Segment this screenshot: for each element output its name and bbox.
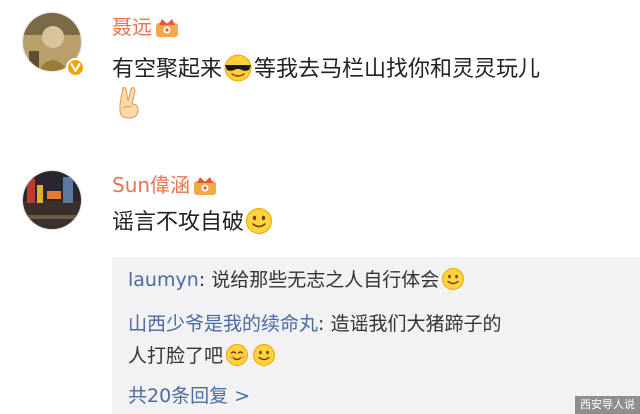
smile-emoji-icon [441, 267, 465, 300]
crown-member-icon [193, 174, 217, 196]
username[interactable]: Sun偉涵 [112, 172, 217, 198]
cool-sunglasses-emoji-icon [222, 54, 254, 92]
comment-text: 谣言不攻自破 [112, 207, 274, 245]
verified-badge-icon [66, 58, 85, 77]
comment-item: 聂远 有空聚起来 等我去马栏山找你和灵灵玩儿 [0, 0, 640, 150]
comment-item: Sun偉涵 谣言不攻自破 [0, 160, 640, 255]
comment-text-part: 等我去马栏山找你和灵灵玩儿 [254, 57, 541, 82]
replies-box: laumyn: 说给那些无志之人自行体会 山西少爷是我的续命丸: 造谣我们大猪蹄… [112, 257, 640, 414]
smile-emoji-icon [252, 343, 276, 376]
username-text[interactable]: 聂远 [112, 15, 152, 39]
view-more-replies-link[interactable]: 共20条回复 > [128, 382, 250, 410]
reply-text: 说给那些无志之人自行体会 [211, 269, 440, 291]
reply-item-continued: 人打脸了吧 [128, 341, 276, 376]
reply-text: 人打脸了吧 [128, 345, 224, 367]
reply-username[interactable]: 山西少爷是我的续命丸 [128, 313, 318, 335]
reply-separator: : [318, 313, 331, 335]
victory-hand-emoji-icon [114, 86, 144, 124]
crown-member-icon [155, 16, 179, 38]
avatar[interactable] [22, 170, 82, 230]
reply-text: 造谣我们大猪蹄子的 [330, 313, 502, 335]
username-text[interactable]: Sun偉涵 [112, 173, 190, 197]
reply-separator: : [198, 269, 212, 291]
comment-text-part: 谣言不攻自破 [112, 210, 245, 235]
comment-text-part: 有空聚起来 [112, 57, 223, 82]
watermark: 西安导人说 [575, 396, 640, 414]
username[interactable]: 聂远 [112, 14, 179, 40]
blush-smile-emoji-icon [225, 343, 249, 376]
reply-item: 山西少爷是我的续命丸: 造谣我们大猪蹄子的 [128, 309, 501, 339]
smile-emoji-icon [244, 207, 274, 245]
comment-text: 有空聚起来 等我去马栏山找你和灵灵玩儿 [112, 54, 540, 92]
reply-username[interactable]: laumyn [128, 269, 199, 291]
reply-item: laumyn: 说给那些无志之人自行体会 [128, 265, 465, 300]
